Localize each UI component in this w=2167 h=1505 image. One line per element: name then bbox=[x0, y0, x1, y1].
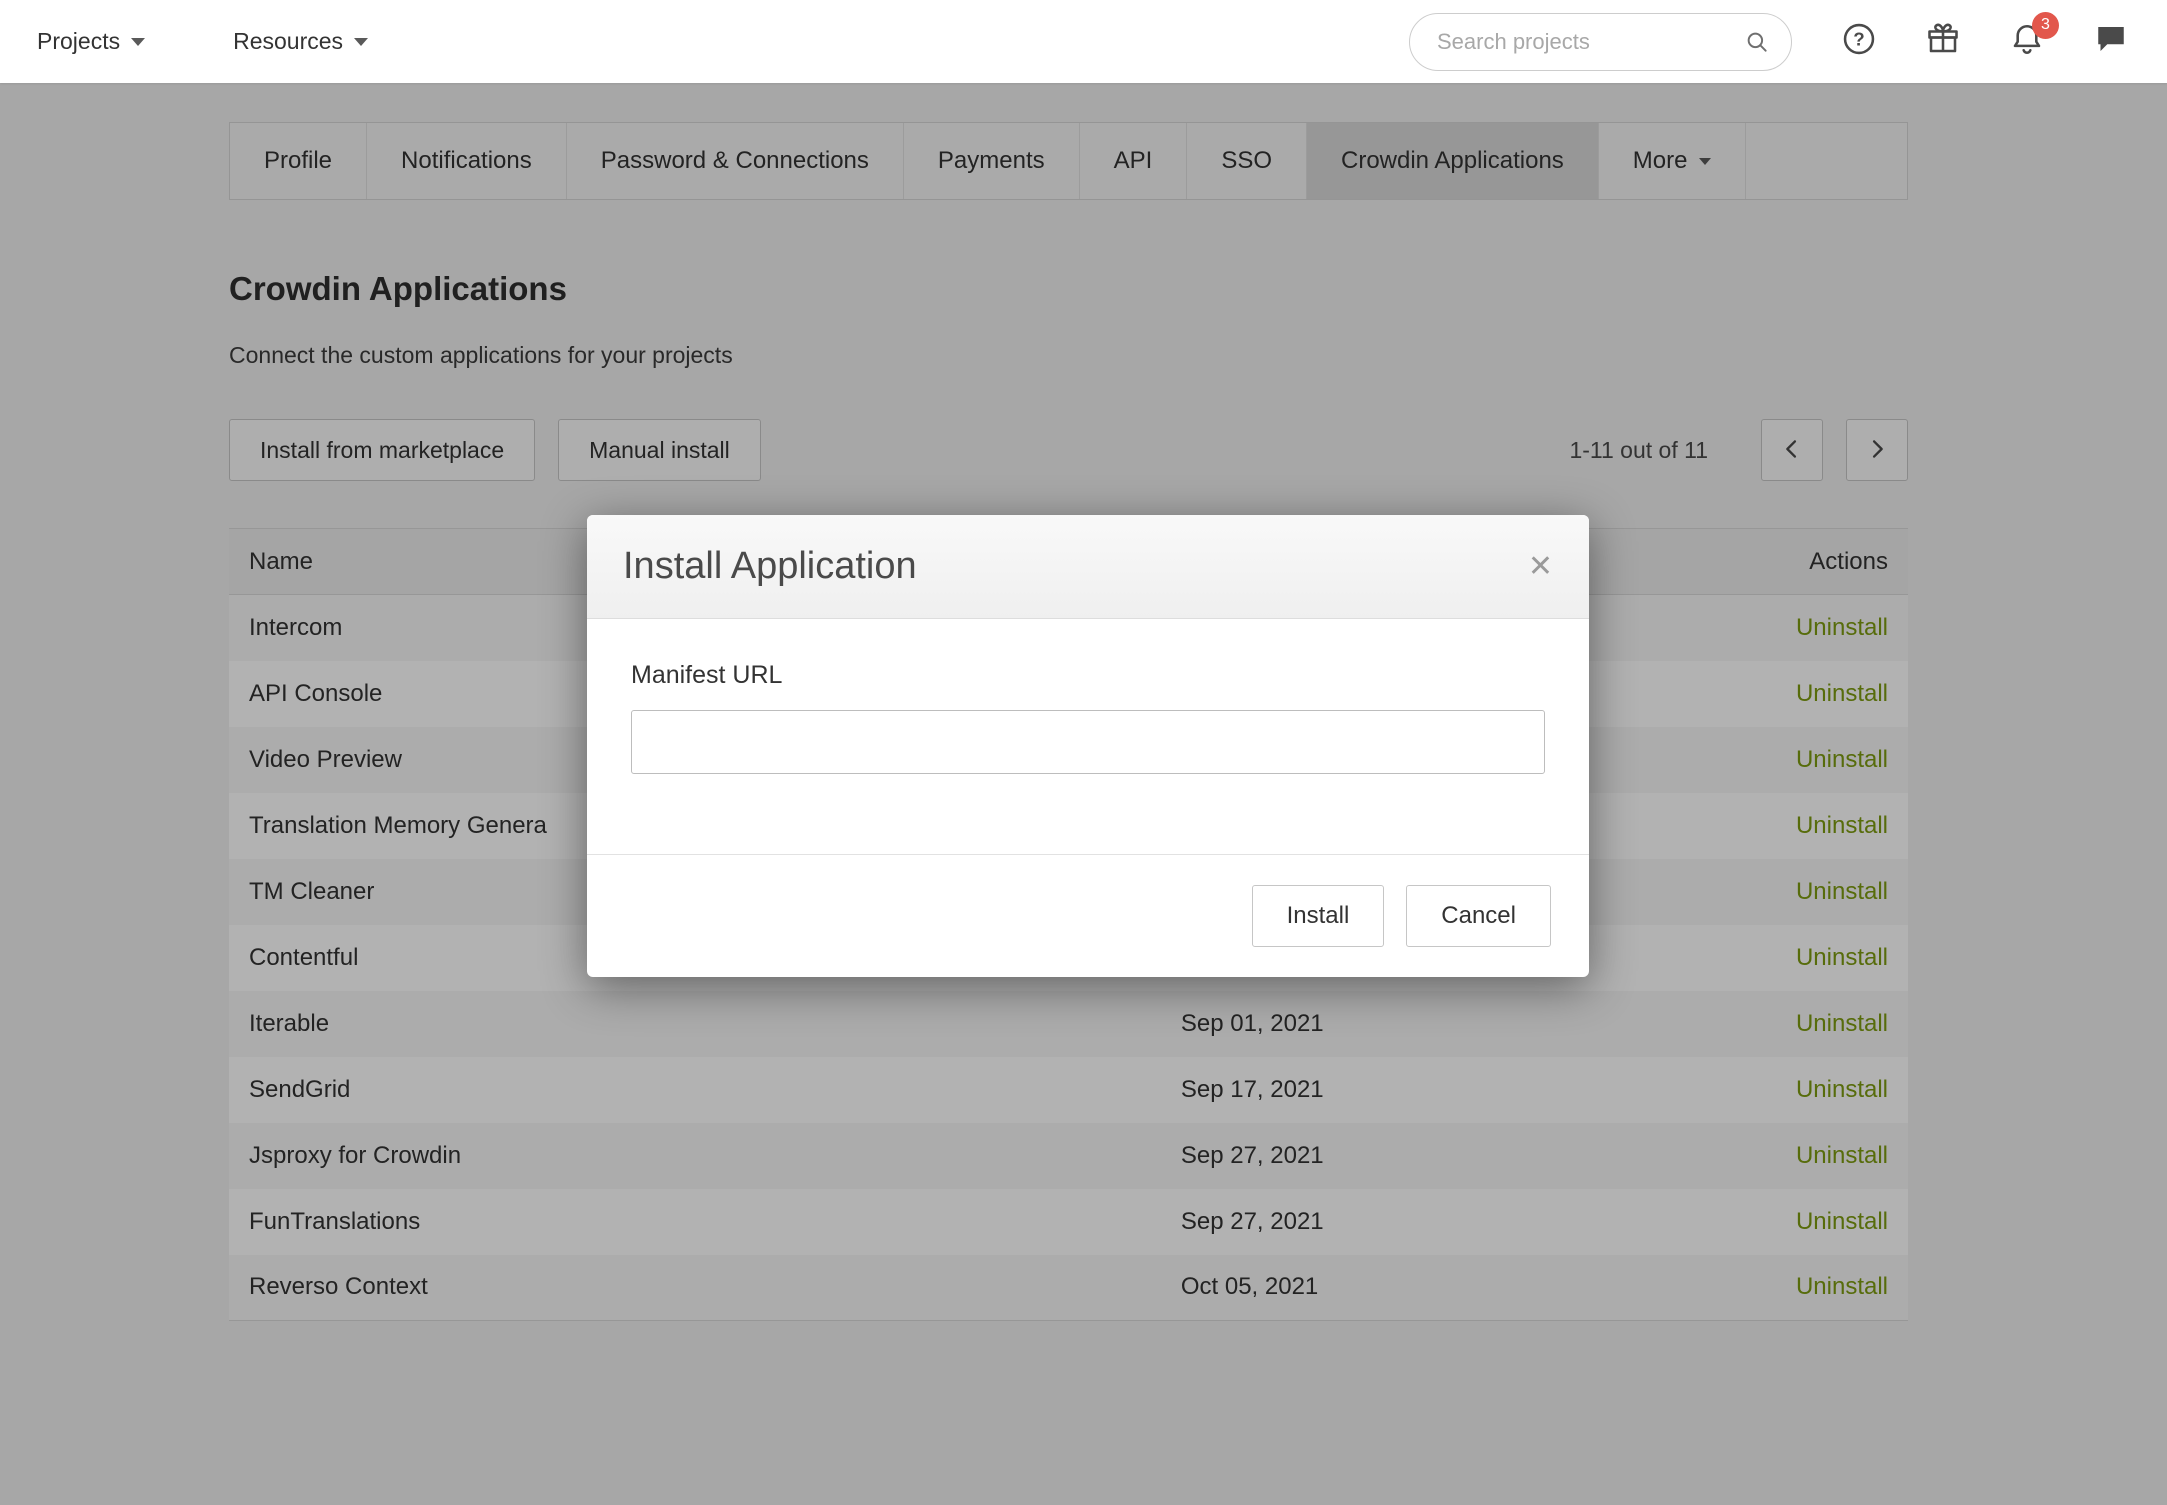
projects-menu-label: Projects bbox=[37, 28, 120, 55]
svg-text:?: ? bbox=[1853, 29, 1864, 50]
modal-title: Install Application bbox=[623, 545, 917, 588]
install-application-modal: Install Application ✕ Manifest URL Insta… bbox=[587, 515, 1589, 977]
resources-menu[interactable]: Resources bbox=[233, 28, 368, 55]
chevron-down-icon bbox=[131, 38, 145, 46]
manifest-url-input[interactable] bbox=[631, 710, 1545, 774]
gift-icon bbox=[1925, 21, 1961, 62]
notification-count-badge: 3 bbox=[2032, 12, 2059, 39]
modal-header: Install Application ✕ bbox=[587, 515, 1589, 619]
cancel-button[interactable]: Cancel bbox=[1406, 885, 1551, 947]
manifest-url-label: Manifest URL bbox=[631, 661, 1545, 690]
close-icon[interactable]: ✕ bbox=[1528, 552, 1553, 582]
modal-footer: Install Cancel bbox=[587, 854, 1589, 977]
search-input[interactable] bbox=[1409, 13, 1792, 71]
projects-menu[interactable]: Projects bbox=[37, 28, 145, 55]
chevron-down-icon bbox=[354, 38, 368, 46]
search-projects bbox=[1409, 13, 1792, 71]
navbar-icons: ? 3 bbox=[1836, 19, 2134, 65]
notifications-button[interactable]: 3 bbox=[2004, 19, 2050, 65]
resources-menu-label: Resources bbox=[233, 28, 343, 55]
install-button[interactable]: Install bbox=[1252, 885, 1385, 947]
top-navbar: Projects Resources ? bbox=[0, 0, 2167, 83]
help-icon: ? bbox=[1841, 21, 1877, 62]
messages-button[interactable] bbox=[2088, 19, 2134, 65]
chat-icon bbox=[2093, 21, 2129, 62]
search-icon bbox=[1744, 29, 1770, 60]
help-button[interactable]: ? bbox=[1836, 19, 1882, 65]
gift-button[interactable] bbox=[1920, 19, 1966, 65]
modal-body: Manifest URL bbox=[587, 619, 1589, 854]
